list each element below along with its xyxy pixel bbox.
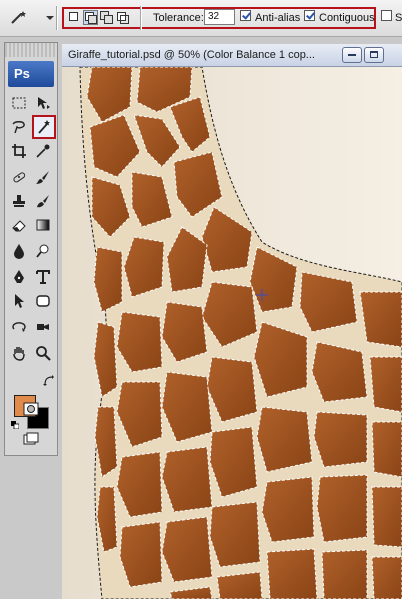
gradient-tool[interactable] [33,215,53,235]
minimize-button[interactable] [342,47,362,63]
history-brush-tool[interactable] [33,191,53,211]
water-drop-icon [14,244,24,259]
dodge-icon [36,244,49,258]
3d-camera-tool[interactable] [33,317,53,337]
bandage-icon [13,172,26,183]
hand-tool[interactable] [9,343,29,363]
screen-mode-icon [23,432,39,445]
3d-rotate-tool[interactable] [9,317,29,337]
magnifier-icon [36,346,51,361]
type-tool[interactable] [33,267,53,287]
screen-mode-button[interactable] [21,429,41,449]
brush-tool[interactable] [33,167,53,187]
tools-panel: Ps [4,42,58,456]
maximize-icon [370,51,378,58]
tool-preset-picker[interactable] [6,6,54,28]
sample-all-layers-label: Sa [395,12,402,24]
eyedropper-icon [36,144,50,158]
quick-mask-icon [23,402,39,416]
intersect-selection-button[interactable] [116,11,129,24]
pen-tool[interactable] [9,267,29,287]
options-bar: Tolerance: 32 Anti-alias Contiguous Sa [0,0,402,37]
panel-grip[interactable] [5,43,57,57]
type-icon [36,270,50,284]
tolerance-input[interactable]: 32 [204,9,235,25]
maximize-button[interactable] [364,47,384,63]
zoom-tool[interactable] [33,343,53,363]
tolerance-label: Tolerance: [153,12,204,24]
rounded-rectangle-icon [36,295,50,307]
crop-tool[interactable] [9,141,29,161]
default-colors-icon[interactable] [11,421,19,429]
minimize-icon [348,54,356,56]
gradient-icon [36,219,50,231]
clone-stamp-tool[interactable] [9,191,29,211]
shape-tool[interactable] [33,291,53,311]
brush-icon [36,171,49,184]
pen-icon [14,270,24,283]
arrow-cursor-icon [15,294,24,308]
subtract-from-selection-button[interactable] [100,11,113,24]
crop-icon [12,144,26,158]
marquee-tool[interactable] [9,93,29,113]
separator [56,6,58,30]
blur-tool[interactable] [9,241,29,261]
chevron-down-icon[interactable] [46,16,54,20]
magic-wand-icon [11,11,26,24]
new-selection-button[interactable] [68,11,81,24]
document-canvas[interactable] [62,67,402,599]
lasso-tool[interactable] [9,117,29,137]
history-brush-icon [37,195,49,208]
document-titlebar[interactable]: Giraffe_tutorial.psd @ 50% (Color Balanc… [62,44,402,67]
magic-wand-tool[interactable] [32,115,56,139]
contiguous-label: Contiguous [319,12,375,24]
lasso-icon [12,121,25,134]
separator [140,6,142,30]
quick-mask-button[interactable] [21,401,41,421]
camera-icon [37,324,49,330]
ps-logo: Ps [8,61,54,87]
magic-wand-icon [38,120,50,134]
3d-rotate-icon [12,322,26,332]
move-icon [38,97,50,109]
document-window: Giraffe_tutorial.psd @ 50% (Color Balanc… [62,44,402,599]
path-selection-tool[interactable] [9,291,29,311]
move-tool[interactable] [33,93,53,113]
anti-alias-checkbox[interactable] [240,10,251,21]
swap-colors-icon[interactable] [43,375,55,387]
hand-icon [13,347,25,361]
stamp-icon [13,195,25,207]
marquee-icon [12,97,26,109]
sample-all-layers-checkbox[interactable] [381,10,392,21]
eraser-icon [12,220,26,232]
dodge-tool[interactable] [33,241,53,261]
giraffe-image [62,67,402,599]
spot-healing-tool[interactable] [9,167,29,187]
contiguous-checkbox[interactable] [304,10,315,21]
eraser-tool[interactable] [9,215,29,235]
add-to-selection-button[interactable] [83,10,98,25]
document-title: Giraffe_tutorial.psd @ 50% (Color Balanc… [68,49,315,61]
eyedropper-tool[interactable] [33,141,53,161]
anti-alias-label: Anti-alias [255,12,301,24]
